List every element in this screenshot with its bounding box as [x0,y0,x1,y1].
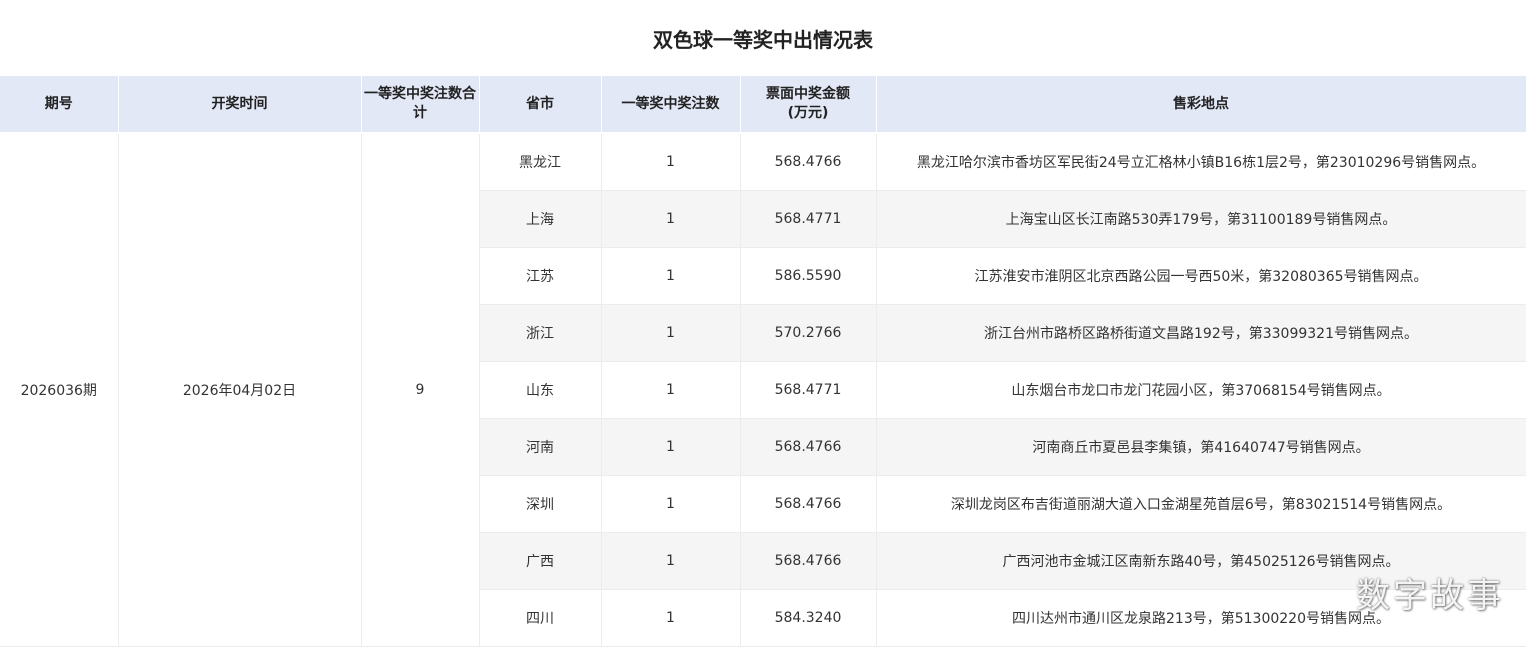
cell-winner-count: 1 [601,361,741,419]
watermark: 数字故事 [1356,576,1504,616]
cell-winner-count: 1 [601,532,741,590]
cell-province: 浙江 [479,304,602,362]
cell-province: 上海 [479,190,602,248]
cell-amount: 568.4766 [740,418,877,476]
cell-amount: 570.2766 [740,304,877,362]
winners-table: 期号 开奖时间 一等奖中奖注数合计 省市 一等奖中奖注数 票面中奖金额 (万元)… [0,76,1526,647]
table-header-row: 期号 开奖时间 一等奖中奖注数合计 省市 一等奖中奖注数 票面中奖金额 (万元)… [0,76,1526,134]
cell-amount: 568.4766 [740,133,877,191]
cell-amount: 568.4771 [740,361,877,419]
header-period: 期号 [0,76,119,134]
cell-winner-count: 1 [601,190,741,248]
cell-amount: 584.3240 [740,589,877,647]
cell-province: 江苏 [479,247,602,305]
cell-location: 山东烟台市龙口市龙门花园小区，第37068154号销售网点。 [876,361,1526,419]
header-total-winners: 一等奖中奖注数合计 [361,76,480,134]
cell-amount: 568.4771 [740,190,877,248]
header-amount: 票面中奖金额 (万元) [740,76,877,134]
table-row: 2026036期 2026年04月02日 9 黑龙江 1 568.4766 黑龙江哈尔滨市香… [0,133,1526,647]
cell-location: 深圳龙岗区布吉街道丽湖大道入口金湖星苑首层6号，第83021514号销售网点。 [876,475,1526,533]
cell-winner-count: 1 [601,589,741,647]
page-title: 双色球一等奖中出情况表 [653,27,873,52]
header-winner-count: 一等奖中奖注数 [601,76,741,134]
cell-province: 四川 [479,589,602,647]
cell-location: 上海宝山区长江南路530弄179号，第31100189号销售网点。 [876,190,1526,248]
cell-amount: 568.4766 [740,475,877,533]
cell-amount: 568.4766 [740,532,877,590]
cell-winner-count: 1 [601,475,741,533]
cell-winner-count: 1 [601,304,741,362]
cell-location: 江苏淮安市淮阴区北京西路公园一号西50米，第32080365号销售网点。 [876,247,1526,305]
cell-draw-date: 2026年04月02日 [118,133,362,647]
cell-winner-count: 1 [601,133,741,191]
header-total-winners-label: 一等奖中奖注数合计 [364,86,476,121]
cell-province: 深圳 [479,475,602,533]
cell-total-winners: 9 [361,133,480,647]
cell-province: 河南 [479,418,602,476]
cell-period: 2026036期 [0,133,119,647]
header-location: 售彩地点 [876,76,1526,134]
cell-location: 浙江台州市路桥区路桥街道文昌路192号，第33099321号销售网点。 [876,304,1526,362]
cell-province: 广西 [479,532,602,590]
cell-location: 黑龙江哈尔滨市香坊区军民街24号立汇格林小镇B16栋1层2号，第23010296… [876,133,1526,191]
cell-winner-count: 1 [601,418,741,476]
cell-amount: 586.5590 [740,247,877,305]
cell-province: 山东 [479,361,602,419]
cell-location: 河南商丘市夏邑县李集镇，第41640747号销售网点。 [876,418,1526,476]
header-province: 省市 [479,76,602,134]
cell-winner-count: 1 [601,247,741,305]
cell-province: 黑龙江 [479,133,602,191]
header-draw-date: 开奖时间 [118,76,362,134]
